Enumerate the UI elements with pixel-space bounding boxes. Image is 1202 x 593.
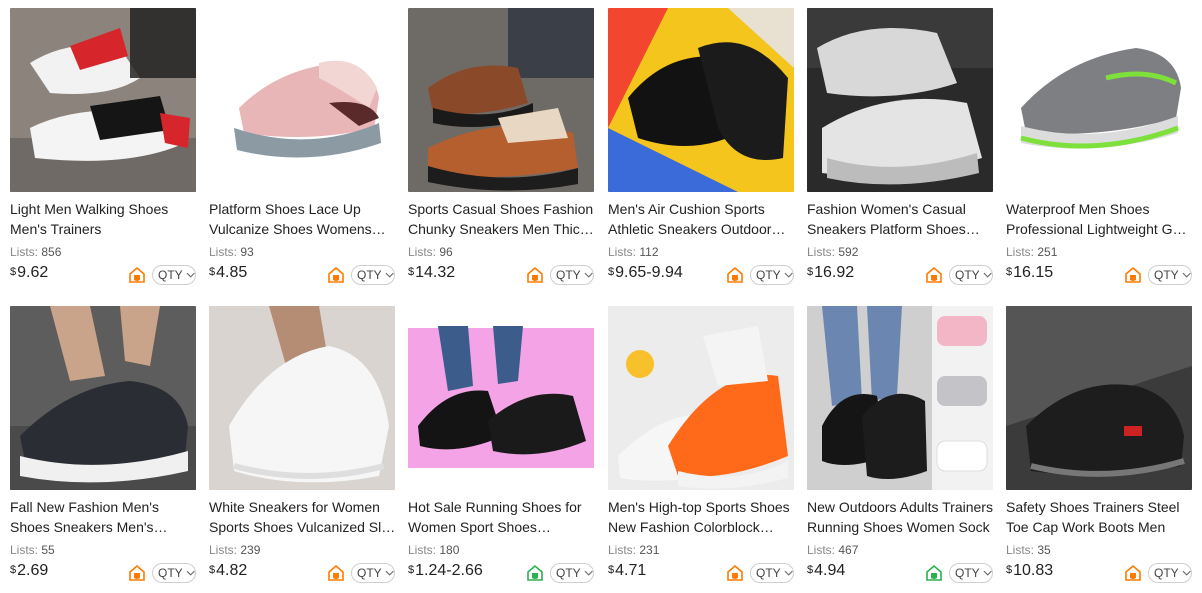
- lists-count: Lists: 856: [10, 245, 62, 259]
- chevron-down-icon: [784, 570, 793, 576]
- qty-select[interactable]: QTY: [949, 265, 993, 285]
- product-title[interactable]: Sports Casual Shoes Fashion Chunky Sneak…: [408, 199, 596, 239]
- product-image[interactable]: [807, 8, 993, 192]
- product-card[interactable]: Men's Air Cushion Sports Athletic Sneake…: [608, 8, 798, 298]
- qty-select[interactable]: QTY: [351, 265, 395, 285]
- product-card[interactable]: Fall New Fashion Men's Shoes Sneakers Me…: [10, 306, 200, 593]
- product-price: $14.32: [408, 264, 456, 281]
- lists-count: Lists: 55: [10, 543, 55, 557]
- product-image[interactable]: [608, 8, 794, 192]
- product-card[interactable]: Waterproof Men Shoes Professional Lightw…: [1006, 8, 1196, 298]
- product-title[interactable]: New Outdoors Adults Trainers Running Sho…: [807, 497, 995, 537]
- product-image[interactable]: [408, 8, 594, 192]
- product-card[interactable]: Sports Casual Shoes Fashion Chunky Sneak…: [408, 8, 598, 298]
- product-image[interactable]: [209, 306, 395, 490]
- chevron-down-icon: [983, 272, 992, 278]
- product-image[interactable]: [209, 8, 395, 192]
- lists-count: Lists: 93: [209, 245, 254, 259]
- chevron-down-icon: [1182, 272, 1191, 278]
- trade-assurance-shield-icon[interactable]: [726, 564, 744, 582]
- product-title[interactable]: Safety Shoes Trainers Steel Toe Cap Work…: [1006, 497, 1194, 537]
- qty-select[interactable]: QTY: [152, 563, 196, 583]
- product-price: $9.62: [10, 264, 49, 281]
- product-title[interactable]: Waterproof Men Shoes Professional Lightw…: [1006, 199, 1194, 239]
- product-title[interactable]: Light Men Walking Shoes Men's Trainers: [10, 199, 198, 239]
- product-card[interactable]: New Outdoors Adults Trainers Running Sho…: [807, 306, 997, 593]
- trade-assurance-shield-icon[interactable]: [1124, 266, 1142, 284]
- qty-select[interactable]: QTY: [1148, 265, 1192, 285]
- verified-shield-icon[interactable]: [925, 564, 943, 582]
- product-card[interactable]: Fashion Women's Casual Sneakers Platform…: [807, 8, 997, 298]
- product-price: $16.15: [1006, 264, 1054, 281]
- product-image[interactable]: [408, 306, 594, 490]
- chevron-down-icon: [186, 570, 195, 576]
- chevron-down-icon: [186, 272, 195, 278]
- product-card[interactable]: Safety Shoes Trainers Steel Toe Cap Work…: [1006, 306, 1196, 593]
- trade-assurance-shield-icon[interactable]: [726, 266, 744, 284]
- trade-assurance-shield-icon[interactable]: [128, 266, 146, 284]
- product-image[interactable]: [807, 306, 993, 490]
- trade-assurance-shield-icon[interactable]: [925, 266, 943, 284]
- product-price: $4.94: [807, 562, 846, 579]
- chevron-down-icon: [385, 272, 394, 278]
- trade-assurance-shield-icon[interactable]: [1124, 564, 1142, 582]
- qty-select[interactable]: QTY: [152, 265, 196, 285]
- product-price: $4.82: [209, 562, 248, 579]
- lists-count: Lists: 231: [608, 543, 660, 557]
- trade-assurance-shield-icon[interactable]: [128, 564, 146, 582]
- chevron-down-icon: [385, 570, 394, 576]
- product-title[interactable]: Platform Shoes Lace Up Vulcanize Shoes W…: [209, 199, 397, 239]
- product-title[interactable]: Fashion Women's Casual Sneakers Platform…: [807, 199, 995, 239]
- chevron-down-icon: [584, 570, 593, 576]
- product-image[interactable]: [1006, 306, 1192, 490]
- product-title[interactable]: Fall New Fashion Men's Shoes Sneakers Me…: [10, 497, 198, 537]
- lists-count: Lists: 180: [408, 543, 460, 557]
- product-price: $4.71: [608, 562, 647, 579]
- trade-assurance-shield-icon[interactable]: [526, 266, 544, 284]
- qty-select[interactable]: QTY: [750, 563, 794, 583]
- product-image[interactable]: [10, 306, 196, 490]
- chevron-down-icon: [1182, 570, 1191, 576]
- product-grid: Light Men Walking Shoes Men's Trainers L…: [0, 0, 1202, 593]
- product-card[interactable]: Hot Sale Running Shoes for Women Sport S…: [408, 306, 598, 593]
- lists-count: Lists: 239: [209, 543, 261, 557]
- chevron-down-icon: [983, 570, 992, 576]
- qty-select[interactable]: QTY: [750, 265, 794, 285]
- qty-select[interactable]: QTY: [550, 265, 594, 285]
- trade-assurance-shield-icon[interactable]: [327, 266, 345, 284]
- lists-count: Lists: 592: [807, 245, 859, 259]
- product-price: $9.65-9.94: [608, 264, 683, 281]
- chevron-down-icon: [584, 272, 593, 278]
- qty-select[interactable]: QTY: [1148, 563, 1192, 583]
- product-title[interactable]: White Sneakers for Women Sports Shoes Vu…: [209, 497, 397, 537]
- chevron-down-icon: [784, 272, 793, 278]
- trade-assurance-shield-icon[interactable]: [327, 564, 345, 582]
- product-price: $4.85: [209, 264, 248, 281]
- lists-count: Lists: 96: [408, 245, 453, 259]
- product-title[interactable]: Men's High-top Sports Shoes New Fashion …: [608, 497, 796, 537]
- product-card[interactable]: White Sneakers for Women Sports Shoes Vu…: [209, 306, 399, 593]
- product-price: $10.83: [1006, 562, 1054, 579]
- product-card[interactable]: Platform Shoes Lace Up Vulcanize Shoes W…: [209, 8, 399, 298]
- qty-select[interactable]: QTY: [949, 563, 993, 583]
- product-image[interactable]: [1006, 8, 1192, 192]
- product-title[interactable]: Men's Air Cushion Sports Athletic Sneake…: [608, 199, 796, 239]
- product-price: $1.24-2.66: [408, 562, 483, 579]
- product-title[interactable]: Hot Sale Running Shoes for Women Sport S…: [408, 497, 596, 537]
- lists-count: Lists: 112: [608, 245, 659, 259]
- lists-count: Lists: 35: [1006, 543, 1051, 557]
- product-image[interactable]: [10, 8, 196, 192]
- lists-count: Lists: 251: [1006, 245, 1058, 259]
- product-price: $2.69: [10, 562, 49, 579]
- product-image[interactable]: [608, 306, 794, 490]
- qty-select[interactable]: QTY: [550, 563, 594, 583]
- product-card[interactable]: Light Men Walking Shoes Men's Trainers L…: [10, 8, 200, 298]
- verified-shield-icon[interactable]: [526, 564, 544, 582]
- lists-count: Lists: 467: [807, 543, 859, 557]
- product-card[interactable]: Men's High-top Sports Shoes New Fashion …: [608, 306, 798, 593]
- qty-select[interactable]: QTY: [351, 563, 395, 583]
- product-price: $16.92: [807, 264, 855, 281]
